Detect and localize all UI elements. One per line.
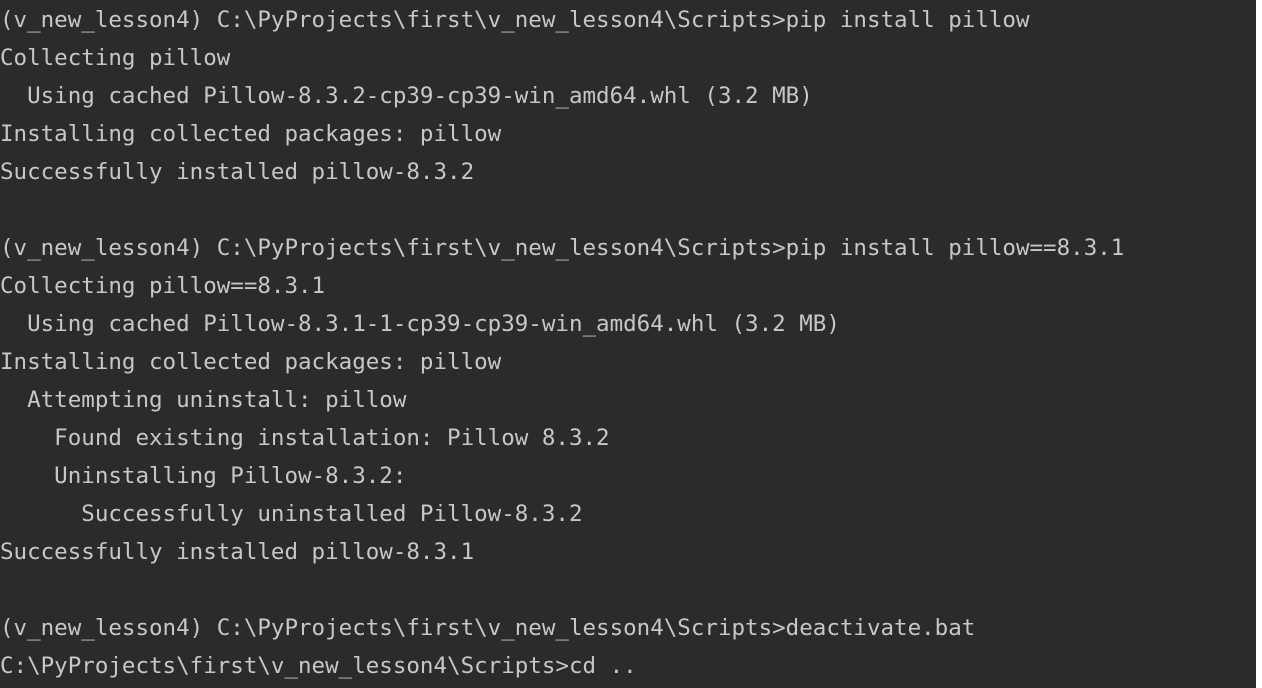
output-line: Using cached Pillow-8.3.2-cp39-cp39-win_…	[0, 83, 813, 109]
output-line: Uninstalling Pillow-8.3.2:	[0, 463, 407, 489]
terminal-output[interactable]: (v_new_lesson4) C:\PyProjects\first\v_ne…	[0, 1, 1124, 685]
output-line: Successfully installed pillow-8.3.1	[0, 539, 475, 565]
output-line: Attempting uninstall: pillow	[0, 387, 407, 413]
output-line: Collecting pillow	[0, 45, 231, 71]
output-line: Installing collected packages: pillow	[0, 349, 502, 375]
prompt-line: (v_new_lesson4) C:\PyProjects\first\v_ne…	[0, 235, 1125, 261]
output-line: Found existing installation: Pillow 8.3.…	[0, 425, 610, 451]
output-line: Using cached Pillow-8.3.1-1-cp39-cp39-wi…	[0, 311, 840, 337]
prompt-line: (v_new_lesson4) C:\PyProjects\first\v_ne…	[0, 7, 1030, 33]
output-line: Successfully uninstalled Pillow-8.3.2	[0, 501, 583, 527]
prompt-line: C:\PyProjects\first\v_new_lesson4\Script…	[0, 653, 637, 679]
output-line: Collecting pillow==8.3.1	[0, 273, 326, 299]
terminal-window[interactable]: (v_new_lesson4) C:\PyProjects\first\v_ne…	[0, 0, 1256, 688]
output-line: Installing collected packages: pillow	[0, 121, 502, 147]
window-edge	[1256, 0, 1262, 688]
output-line: Successfully installed pillow-8.3.2	[0, 159, 475, 185]
prompt-line: (v_new_lesson4) C:\PyProjects\first\v_ne…	[0, 615, 976, 641]
